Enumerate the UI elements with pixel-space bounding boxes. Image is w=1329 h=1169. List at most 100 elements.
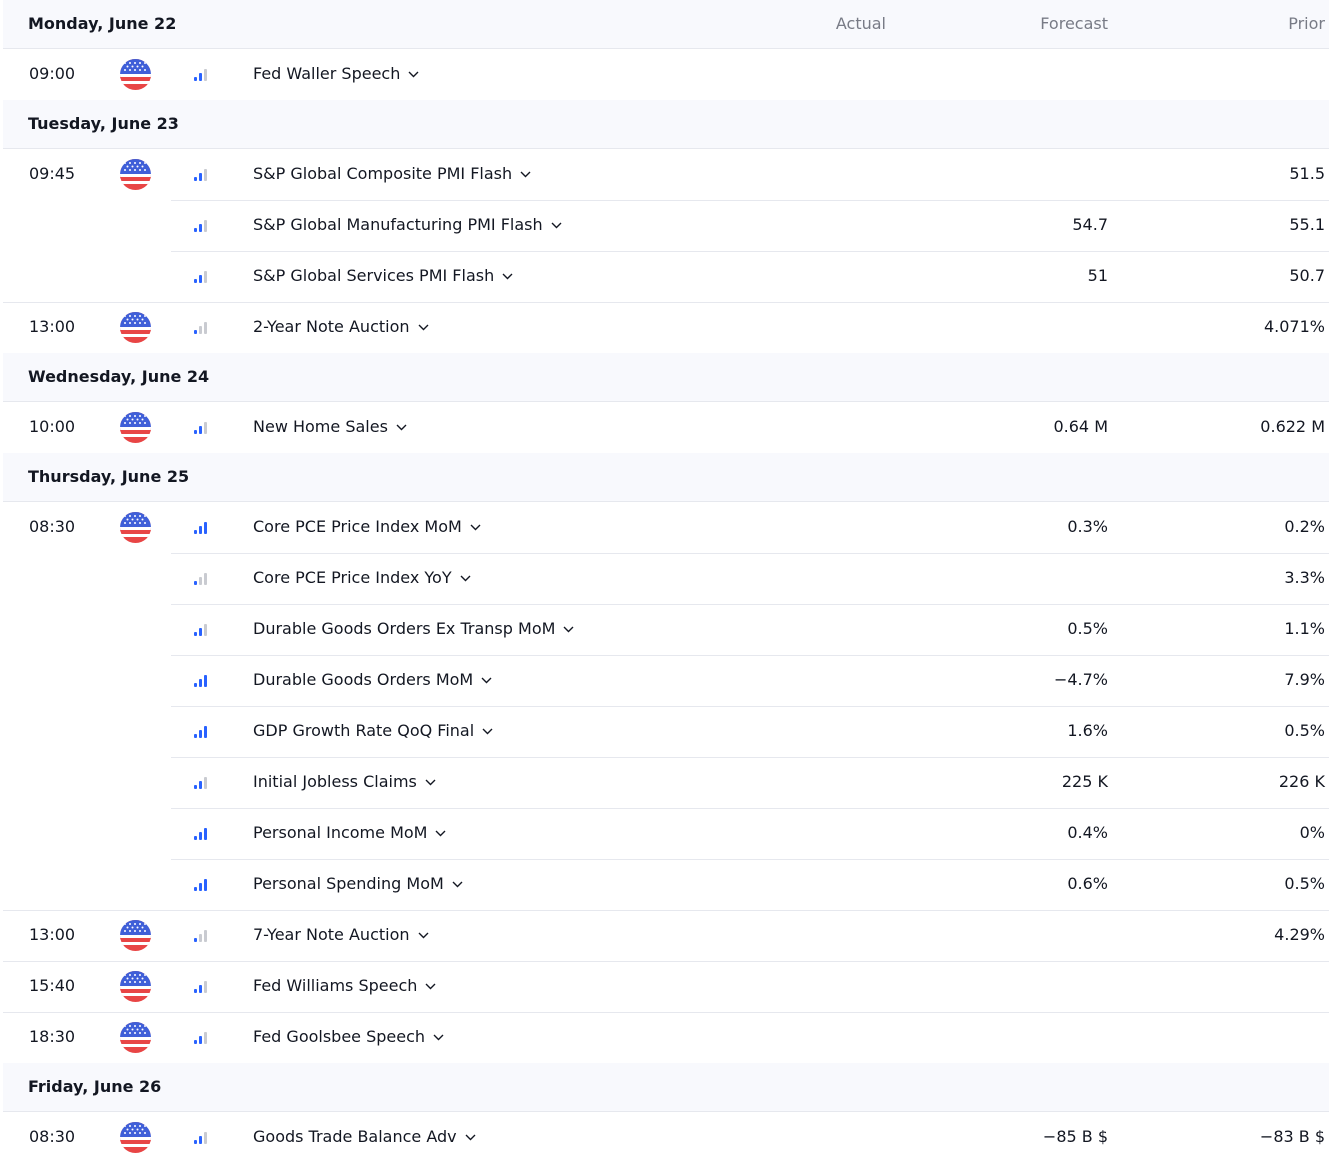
importance-bar [204,522,207,534]
importance-bar [194,228,197,232]
event-title[interactable]: Initial Jobless Claims [253,757,436,807]
event-row[interactable]: Core PCE Price Index YoY 3.3% [3,553,1329,604]
chevron-down-icon[interactable] [425,756,436,805]
day-header: Wednesday, June 24 [3,353,1329,402]
us-flag-icon [120,920,151,951]
importance-bar [204,930,207,942]
importance-bar [199,526,202,534]
event-title[interactable]: Fed Goolsbee Speech [253,1012,444,1062]
chevron-down-icon[interactable] [520,148,531,197]
chevron-down-icon[interactable] [425,960,436,1009]
event-row[interactable]: 10:00 New Home Sales 0.64 M 0.622 M [3,402,1329,453]
importance-bars-icon [194,1132,208,1144]
chevron-down-icon[interactable] [418,909,429,958]
forecast-column-header: Forecast [1040,14,1108,33]
event-row[interactable]: Durable Goods Orders Ex Transp MoM 0.5% 1.… [3,604,1329,655]
day-date: Thursday, June 25 [28,467,190,486]
event-title[interactable]: Core PCE Price Index YoY [253,553,471,603]
event-title[interactable]: 2-Year Note Auction [253,302,429,352]
importance-bar [204,322,207,334]
event-row[interactable]: S&P Global Manufacturing PMI Flash 54.7 55… [3,200,1329,251]
prior-value: 0% [1299,823,1325,842]
importance-bar [199,173,202,181]
event-row[interactable]: Initial Jobless Claims 225 K 226 K [3,757,1329,808]
event-time: 13:00 [29,925,76,944]
event-title[interactable]: New Home Sales [253,402,407,452]
event-title-label: Core PCE Price Index MoM [253,517,462,536]
event-title[interactable]: Personal Income MoM [253,808,446,858]
importance-bar [199,426,202,434]
event-row[interactable]: 18:30 Fed Goolsbee Speech [3,1012,1329,1063]
importance-bars-icon [194,522,208,534]
event-title[interactable]: Durable Goods Orders MoM [253,655,492,705]
chevron-down-icon[interactable] [408,48,419,97]
event-row[interactable]: 08:30 Goods Trade Balance Adv −85 B $ −83 B… [3,1112,1329,1163]
event-title-label: Fed Goolsbee Speech [253,1027,426,1046]
chevron-down-icon[interactable] [452,858,463,907]
importance-bar [204,624,207,636]
event-row[interactable]: Personal Spending MoM 0.6% 0.5% [3,859,1329,910]
importance-bars-icon [194,624,208,636]
importance-bar [199,883,202,891]
event-row[interactable]: GDP Growth Rate QoQ Final 1.6% 0.5% [3,706,1329,757]
event-title[interactable]: GDP Growth Rate QoQ Final [253,706,493,756]
chevron-down-icon[interactable] [396,401,407,450]
importance-bars-icon [194,930,208,942]
event-title[interactable]: S&P Global Manufacturing PMI Flash [253,200,562,250]
event-title[interactable]: Durable Goods Orders Ex Transp MoM [253,604,574,654]
event-row[interactable]: 13:00 7-Year Note Auction 4.29% [3,910,1329,961]
us-flag-icon [120,159,151,190]
event-title[interactable]: S&P Global Composite PMI Flash [253,149,531,199]
importance-bar [199,275,202,283]
importance-bar [204,879,207,891]
event-time: 10:00 [29,417,76,436]
importance-bars-icon [194,220,208,232]
event-title[interactable]: S&P Global Services PMI Flash [253,251,513,301]
event-title[interactable]: Goods Trade Balance Adv [253,1112,476,1162]
chevron-down-icon[interactable] [435,807,446,856]
event-row[interactable]: 09:45 S&P Global Composite PMI Flash 51.5 [3,149,1329,200]
event-row[interactable]: 13:00 2-Year Note Auction 4.071% [3,302,1329,353]
importance-bar [199,628,202,636]
importance-bar [194,938,197,942]
importance-bar [194,1140,197,1144]
event-title[interactable]: Personal Spending MoM [253,859,463,909]
event-row[interactable]: S&P Global Services PMI Flash 51 50.7 [3,251,1329,302]
event-title[interactable]: Fed Waller Speech [253,49,419,99]
event-title[interactable]: Core PCE Price Index MoM [253,502,481,552]
day-header: Monday, June 22 Actual Forecast Prior [3,0,1329,49]
event-title-label: Fed Waller Speech [253,64,401,83]
chevron-down-icon[interactable] [481,654,492,703]
importance-bar [194,279,197,283]
prior-value: 1.1% [1284,619,1325,638]
chevron-down-icon[interactable] [482,705,493,754]
event-row[interactable]: Durable Goods Orders MoM −4.7% 7.9% [3,655,1329,706]
chevron-down-icon[interactable] [470,501,481,550]
chevron-down-icon[interactable] [551,199,562,248]
event-title[interactable]: 7-Year Note Auction [253,910,429,960]
chevron-down-icon[interactable] [563,603,574,652]
importance-bar [194,177,197,181]
event-title-label: 7-Year Note Auction [253,925,410,944]
us-flag-icon [120,1122,151,1153]
event-row[interactable]: 09:00 Fed Waller Speech [3,49,1329,100]
prior-value: 0.622 M [1260,417,1325,436]
event-row[interactable]: Personal Income MoM 0.4% 0% [3,808,1329,859]
event-title[interactable]: Fed Williams Speech [253,961,436,1011]
forecast-value: 225 K [1061,772,1108,791]
prior-value: 50.7 [1289,266,1325,285]
us-flag-icon [120,971,151,1002]
importance-bar [194,836,197,840]
importance-bar [204,422,207,434]
chevron-down-icon[interactable] [433,1011,444,1060]
chevron-down-icon[interactable] [418,301,429,350]
event-row[interactable]: 15:40 Fed Williams Speech [3,961,1329,1012]
chevron-down-icon[interactable] [460,552,471,601]
prior-value: −83 B $ [1259,1127,1325,1146]
chevron-down-icon[interactable] [502,250,513,299]
event-row[interactable]: 08:30 Core PCE Price Index MoM 0.3% 0.2% [3,502,1329,553]
importance-bars-icon [194,726,208,738]
chevron-down-icon[interactable] [465,1111,476,1160]
event-title-label: Fed Williams Speech [253,976,418,995]
event-title-label: S&P Global Services PMI Flash [253,266,495,285]
